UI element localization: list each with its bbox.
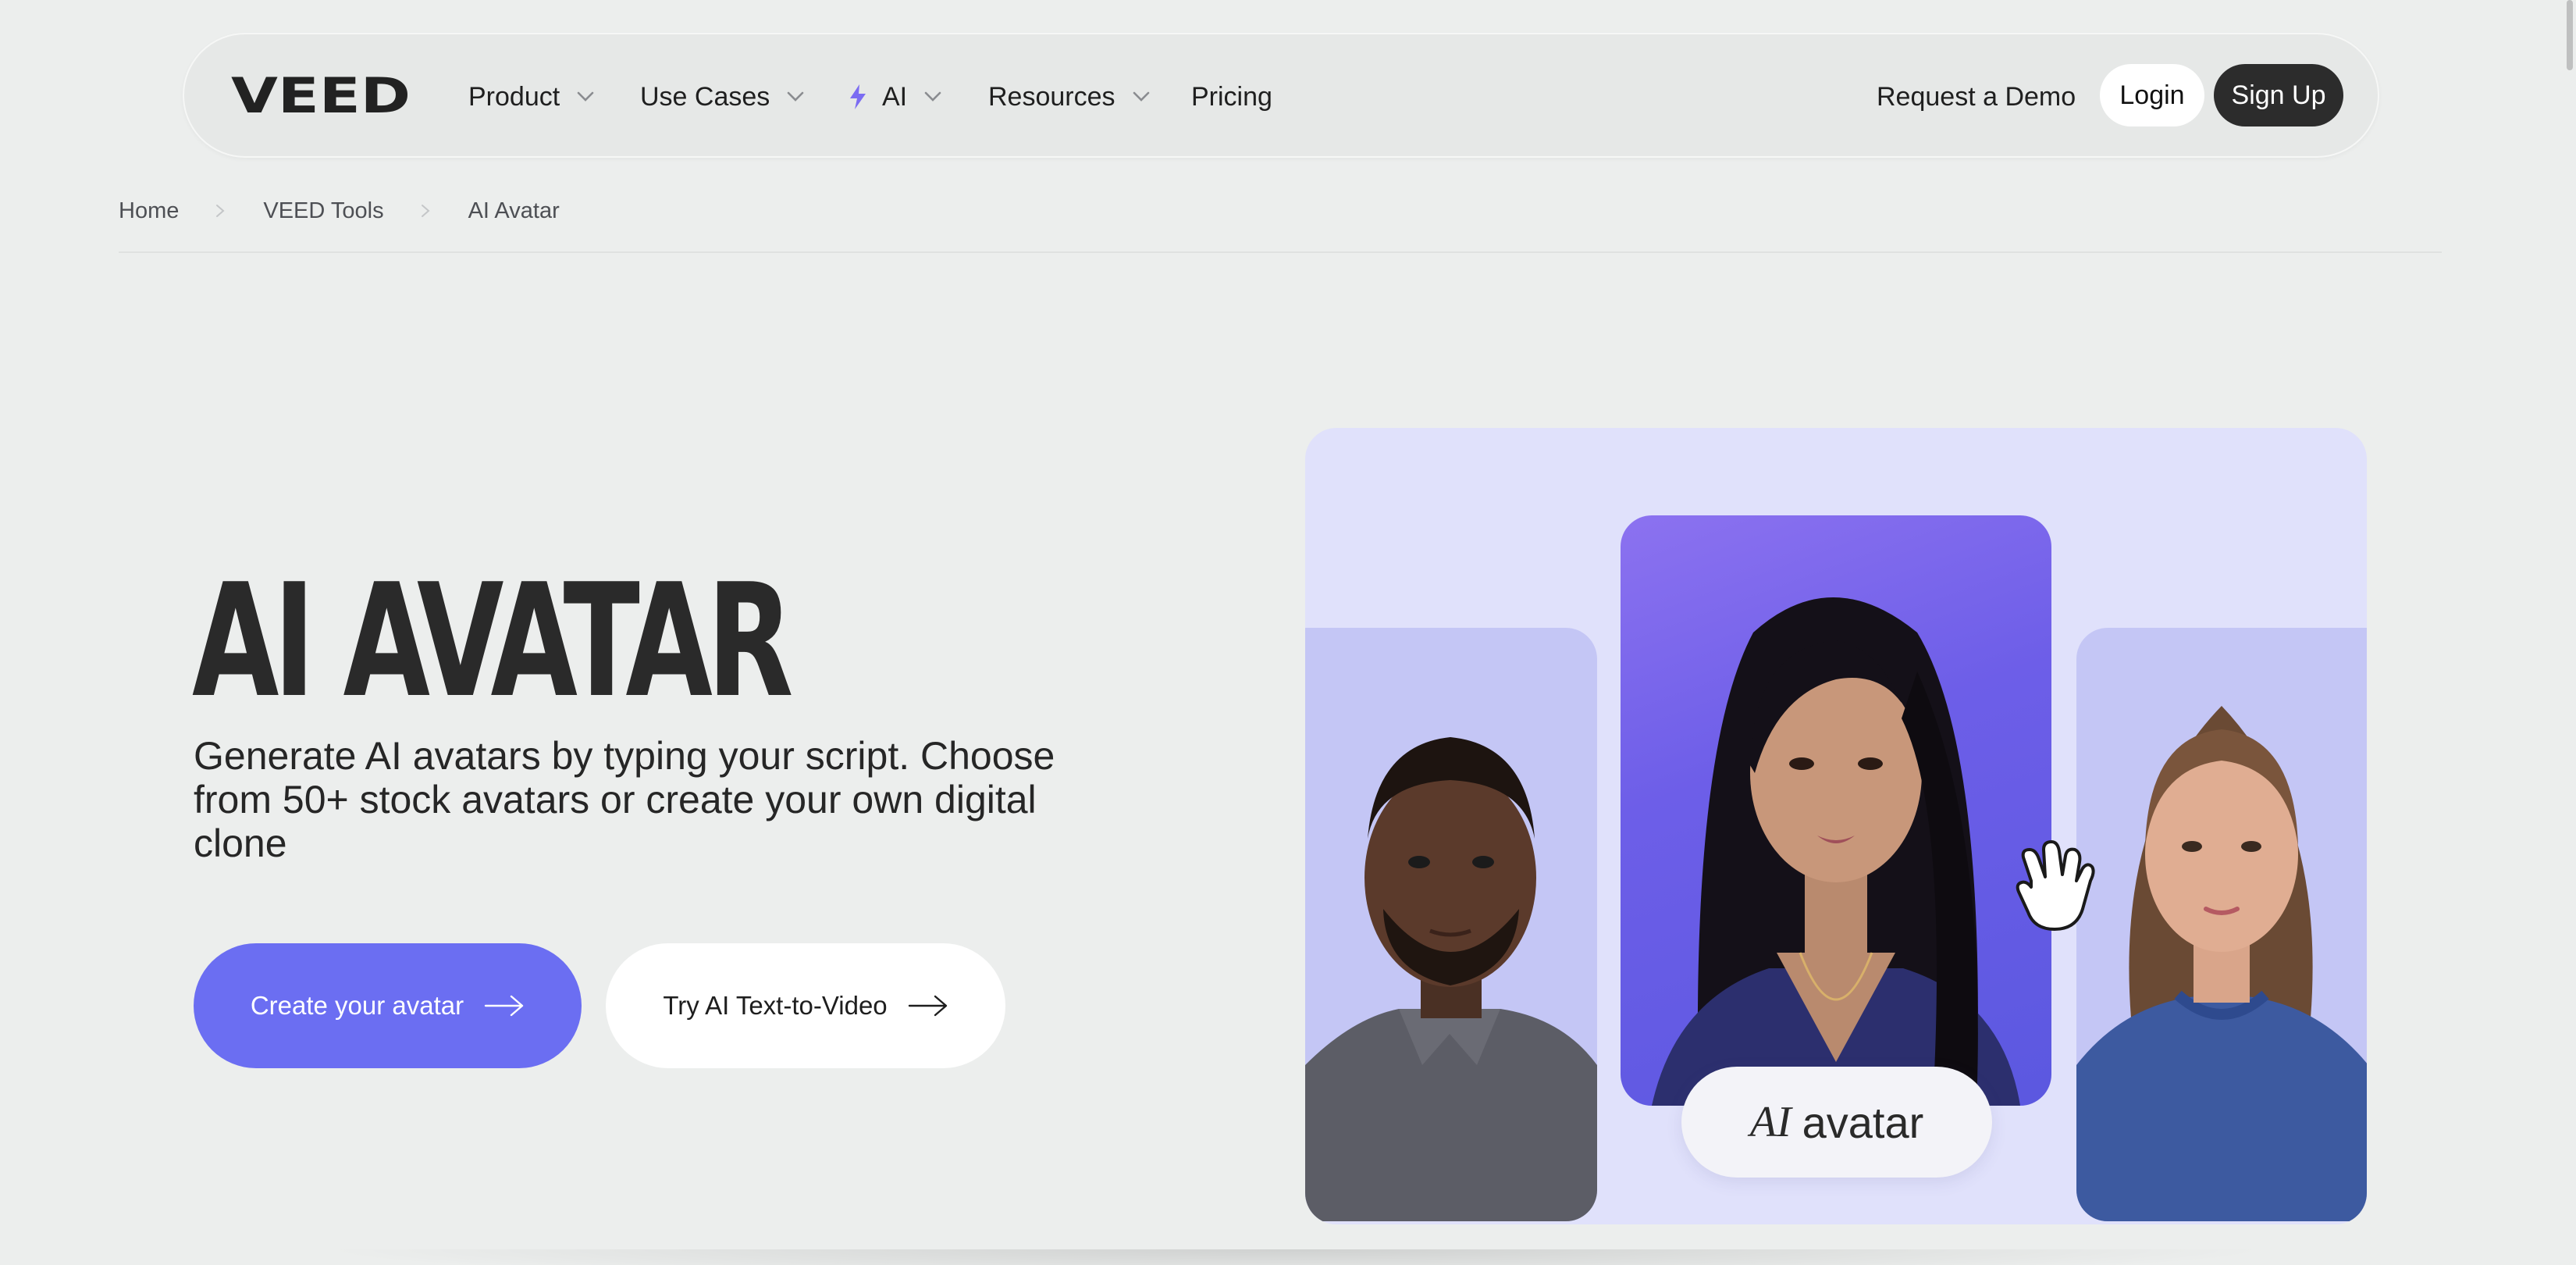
chevron-right-icon: [216, 205, 225, 217]
chevron-right-icon: [421, 205, 430, 217]
breadcrumb: Home VEED Tools AI Avatar: [119, 195, 560, 226]
create-avatar-label: Create your avatar: [250, 991, 464, 1020]
chevron-down-icon: [1133, 91, 1149, 102]
page-scrollbar[interactable]: [2559, 0, 2576, 1265]
try-text-to-video-label: Try AI Text-to-Video: [663, 991, 888, 1020]
nav-item-label: Pricing: [1191, 81, 1272, 112]
header-divider: [119, 251, 2442, 253]
request-demo-link[interactable]: Request a Demo: [1877, 78, 2076, 116]
nav-item-label: Use Cases: [640, 81, 770, 112]
chevron-down-icon: [924, 91, 941, 102]
hero-subtitle: Generate AI avatars by typing your scrip…: [194, 734, 1055, 865]
nav-item-pricing[interactable]: Pricing: [1191, 78, 1272, 116]
chevron-down-icon: [787, 91, 804, 102]
nav-item-use-cases[interactable]: Use Cases: [640, 78, 804, 116]
try-text-to-video-button[interactable]: Try AI Text-to-Video: [606, 943, 1005, 1068]
nav-item-label: AI: [882, 81, 908, 112]
breadcrumb-home[interactable]: Home: [119, 198, 179, 224]
nav-item-label: Resources: [988, 81, 1115, 112]
breadcrumb-current: AI Avatar: [468, 198, 560, 223]
arrow-right-icon: [484, 995, 524, 1017]
nav-item-resources[interactable]: Resources: [988, 78, 1150, 116]
page-title: AI AVATAR: [192, 551, 794, 732]
chevron-down-icon: [577, 91, 594, 102]
create-avatar-button[interactable]: Create your avatar: [194, 943, 582, 1068]
veed-logo[interactable]: VEED: [231, 73, 411, 117]
login-button[interactable]: Login: [2100, 64, 2204, 126]
scrollbar-thumb[interactable]: [2567, 0, 2573, 70]
label-italic-text: AI: [1749, 1098, 1791, 1146]
hand-cursor-icon: [2016, 840, 2095, 931]
section-shadow: [312, 1249, 2279, 1265]
avatar-frame-right: [2076, 628, 2367, 1221]
male-avatar-image: [1305, 737, 1597, 1221]
top-navbar: VEED Product Use Cases AI Resources Pric…: [183, 33, 2379, 158]
nav-item-label: Product: [468, 81, 560, 112]
label-text: avatar: [1802, 1097, 1924, 1147]
breadcrumb-veed-tools[interactable]: VEED Tools: [263, 198, 383, 224]
avatar-frame-center: [1621, 515, 2051, 1106]
bolt-icon: [850, 84, 866, 109]
arrow-right-icon: [908, 995, 947, 1017]
female-avatar-image: [2076, 706, 2367, 1221]
avatar-showcase: AI avatar: [1305, 428, 2367, 1224]
nav-item-product[interactable]: Product: [468, 78, 594, 116]
ai-avatar-label: AI avatar: [1681, 1067, 1992, 1178]
avatar-frame-left: [1305, 628, 1597, 1221]
svg-text:VEED: VEED: [231, 73, 411, 117]
signup-button[interactable]: Sign Up: [2214, 64, 2343, 126]
nav-item-ai[interactable]: AI: [848, 78, 941, 116]
female-avatar-image: [1652, 597, 2020, 1106]
